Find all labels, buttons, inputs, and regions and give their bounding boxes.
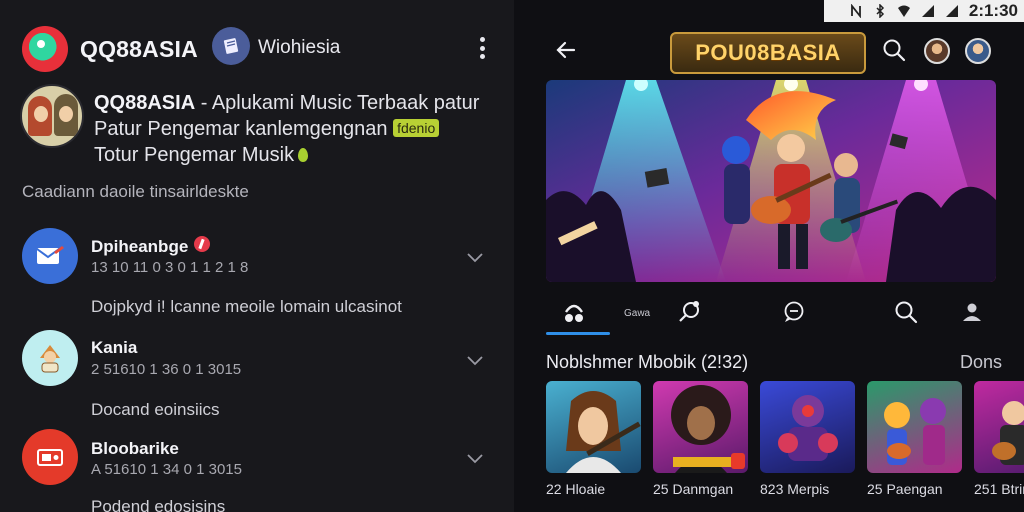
conversation-name: Dpiheanbge bbox=[91, 236, 211, 257]
avatar bbox=[22, 228, 78, 284]
album-caption: 25 Danmgan bbox=[653, 481, 734, 497]
brand-logo-text: POU08BASIA bbox=[695, 40, 841, 65]
tab-chat[interactable] bbox=[774, 296, 814, 328]
album-art bbox=[671, 385, 745, 473]
app-title: QQ88ASIA bbox=[80, 36, 198, 62]
featured-title: QQ88ASIA bbox=[94, 92, 196, 114]
album-card[interactable] bbox=[546, 381, 641, 473]
chevron-down-icon[interactable] bbox=[466, 248, 484, 266]
bluetooth-icon bbox=[876, 4, 884, 18]
conversation-name: Bloobarike bbox=[91, 439, 179, 458]
list-item[interactable]: Dpiheanbge 13 10 11 0 3 0 1 1 2 1 8 Dojp… bbox=[0, 226, 514, 326]
album-art bbox=[992, 401, 1024, 465]
album-art bbox=[884, 398, 946, 465]
avatar bbox=[22, 429, 78, 485]
section-title: Noblshmer Mbobik (2!32) bbox=[546, 352, 749, 372]
nfc-icon bbox=[850, 4, 861, 18]
concert-illustration bbox=[546, 80, 996, 282]
search-icon bbox=[895, 301, 918, 324]
envelope-icon bbox=[36, 246, 64, 264]
tab-search[interactable] bbox=[886, 296, 926, 328]
search-pin-icon bbox=[679, 301, 699, 322]
album-art bbox=[778, 395, 838, 461]
album-art bbox=[566, 391, 641, 473]
featured-line1: - Aplukami Music Terbaak patur bbox=[195, 92, 480, 114]
music-app-pane: 2:1:30 POU08BASIA Gawa Noblshmer Mbobik … bbox=[514, 0, 1024, 512]
featured-post[interactable]: QQ88ASIA - Aplukami Music Terbaak patur … bbox=[0, 84, 514, 174]
workspace-label[interactable]: Wiohiesia bbox=[258, 37, 340, 59]
profile-avatar[interactable] bbox=[965, 38, 991, 64]
conversation-list-pane: QQ88ASIA Wiohiesia QQ88ASIA - Aplukami M… bbox=[0, 0, 514, 512]
tab-search-pin[interactable] bbox=[670, 296, 710, 328]
section-caption: Caadiann daoile tinsairldeskte bbox=[22, 182, 249, 201]
featured-line2: Patur Pengemar kanlemgengnan bbox=[94, 118, 394, 140]
chevron-down-icon[interactable] bbox=[466, 449, 484, 467]
promo-tag: fdenio bbox=[393, 119, 440, 137]
album-caption: 823 Merpis bbox=[760, 481, 830, 497]
battery-icon bbox=[945, 5, 958, 17]
signal-icon bbox=[921, 5, 934, 17]
unread-badge bbox=[194, 236, 211, 252]
featured-text: QQ88ASIA - Aplukami Music Terbaak patur … bbox=[94, 90, 504, 168]
search-icon[interactable] bbox=[882, 38, 906, 62]
conversation-name: Kania bbox=[91, 338, 138, 357]
brand-logo-banner: POU08BASIA bbox=[670, 32, 866, 74]
status-bar: 2:1:30 bbox=[824, 0, 1024, 22]
leaf-icon bbox=[298, 148, 309, 162]
conversation-preview: Podend edosisins bbox=[91, 497, 226, 512]
workspace-icon[interactable] bbox=[212, 27, 250, 65]
hero-concert-banner[interactable] bbox=[546, 80, 996, 282]
chevron-down-icon[interactable] bbox=[466, 351, 484, 369]
album-card[interactable] bbox=[974, 381, 1024, 473]
featured-line3: Totur Pengemar Musik bbox=[94, 144, 295, 166]
radio-icon bbox=[37, 449, 63, 466]
document-icon bbox=[223, 38, 239, 54]
conversation-meta: 13 10 11 0 3 0 1 1 2 1 8 bbox=[91, 259, 249, 276]
conversation-meta: 2 51610 1 36 0 1 3015 bbox=[91, 361, 242, 378]
chat-bubble-icon bbox=[784, 301, 804, 322]
more-options-icon[interactable] bbox=[472, 34, 492, 62]
album-card[interactable] bbox=[653, 381, 748, 473]
tab-profile[interactable] bbox=[952, 296, 992, 328]
person-icon bbox=[40, 345, 60, 373]
avatar bbox=[22, 330, 78, 386]
list-item[interactable]: Bloobarike A 51610 1 34 0 1 3015 Podend … bbox=[0, 429, 514, 512]
conversation-preview: Dojpkyd i! lcanne meoile lomain ulcasino… bbox=[91, 297, 402, 316]
left-top-bar: QQ88ASIA Wiohiesia bbox=[0, 0, 514, 96]
featured-avatar bbox=[20, 84, 84, 148]
app-logo bbox=[22, 26, 68, 72]
conversation-preview: Docand eoinsiics bbox=[91, 400, 220, 419]
wifi-icon bbox=[897, 5, 910, 17]
album-card[interactable] bbox=[867, 381, 962, 473]
section-link[interactable]: Dons bbox=[960, 352, 1002, 373]
user-avatar[interactable] bbox=[924, 38, 950, 64]
content-tabs: Gawa bbox=[514, 290, 1024, 336]
album-caption: 22 Hloaie bbox=[546, 481, 606, 497]
tab-home[interactable] bbox=[554, 296, 594, 328]
music-note-icon bbox=[565, 304, 583, 322]
list-item[interactable]: Kania 2 51610 1 36 0 1 3015 Docand eoins… bbox=[0, 328, 514, 428]
back-arrow-icon[interactable] bbox=[554, 38, 578, 62]
status-time: 2:1:30 bbox=[968, 1, 1018, 20]
active-tab-indicator bbox=[546, 332, 610, 335]
album-caption: 251 Btrin bbox=[974, 481, 1024, 497]
tab-games-label[interactable]: Gawa bbox=[624, 308, 650, 319]
user-icon bbox=[963, 303, 981, 321]
album-card[interactable] bbox=[760, 381, 855, 473]
conversation-meta: A 51610 1 34 0 1 3015 bbox=[91, 461, 242, 478]
album-caption: 25 Paengan bbox=[867, 481, 943, 497]
